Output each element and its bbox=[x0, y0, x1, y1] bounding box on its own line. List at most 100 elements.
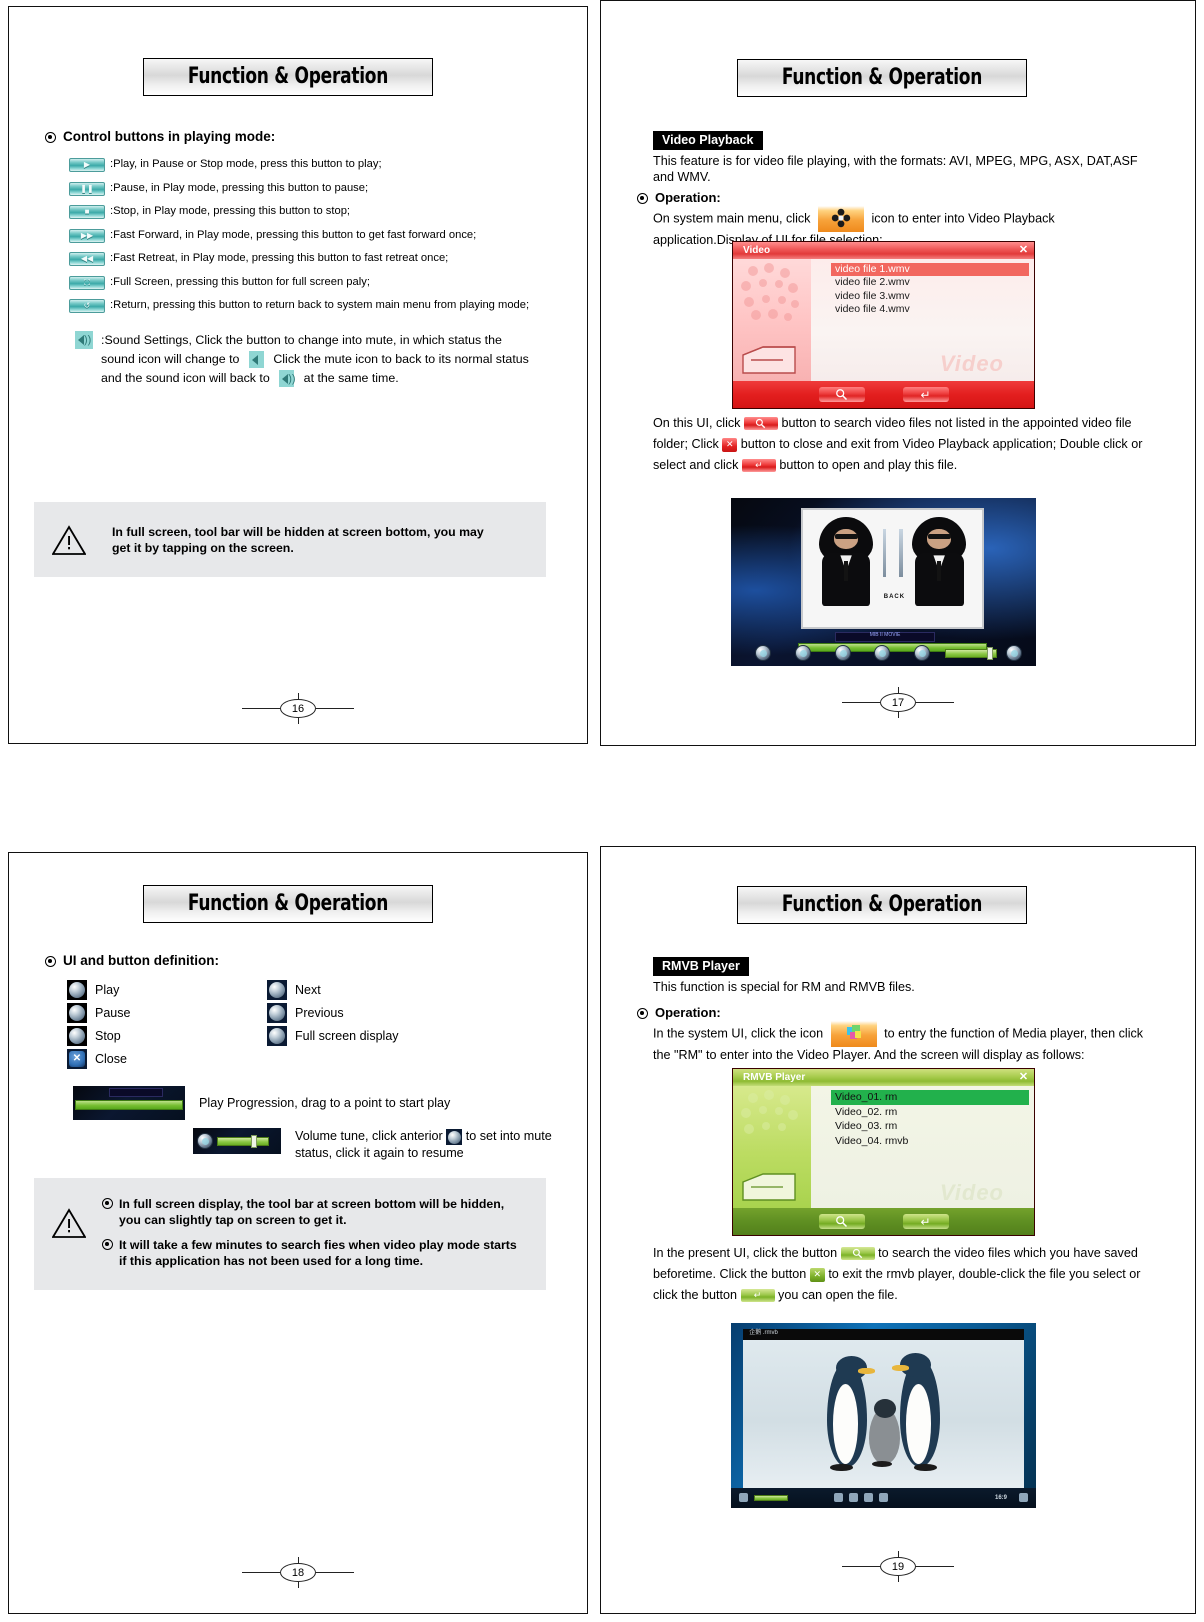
volume-slider[interactable] bbox=[217, 1136, 269, 1146]
rmvb-file-list[interactable]: Video Video_01. rm Video_02. rm Video_03… bbox=[811, 1086, 1034, 1208]
page-number-16: 16 bbox=[9, 693, 587, 724]
close-orb-icon[interactable] bbox=[67, 1049, 87, 1069]
page-title-banner-19: Function & Operation bbox=[737, 886, 1027, 924]
page-number-text: 17 bbox=[891, 696, 905, 709]
sound-restored-icon[interactable]: )) bbox=[279, 370, 296, 388]
next-orb-icon[interactable] bbox=[267, 980, 287, 1000]
video-dialog-titlebar: Video ✕ bbox=[733, 242, 1034, 259]
close-icon[interactable]: ✕ bbox=[1017, 244, 1030, 257]
page-number-text: 16 bbox=[291, 702, 305, 715]
list-item[interactable]: Video_04. rmvb bbox=[835, 1134, 1034, 1149]
list-item: Close bbox=[67, 1049, 267, 1069]
open-button[interactable]: ↵ bbox=[902, 387, 949, 402]
list-item[interactable]: video file 4.wmv bbox=[835, 303, 1034, 316]
player-video-frame: BACK bbox=[801, 508, 985, 630]
volume-label-1: Volume tune, click anterior bbox=[295, 1129, 443, 1143]
bullet-dot-icon bbox=[637, 193, 648, 204]
search-button[interactable] bbox=[818, 387, 865, 402]
previous-orb-icon[interactable] bbox=[874, 644, 891, 661]
pause-icon[interactable]: ❚❚ bbox=[69, 181, 105, 196]
media-player-app-icon[interactable] bbox=[830, 1021, 877, 1047]
volume-widget[interactable] bbox=[193, 1128, 281, 1154]
list-item[interactable]: Video_02. rm bbox=[835, 1105, 1034, 1120]
list-item[interactable]: Video_01. rm bbox=[831, 1090, 1029, 1105]
mute-icon[interactable] bbox=[248, 351, 264, 369]
full-screen-icon[interactable]: ⛶ bbox=[69, 275, 105, 290]
video-app-icon[interactable] bbox=[817, 206, 864, 232]
next-icon[interactable] bbox=[879, 1493, 888, 1503]
page-title-banner-17: Function & Operation bbox=[737, 59, 1027, 97]
control-button-label: :Fast Forward, in Play mode, pressing th… bbox=[110, 228, 477, 241]
play-icon[interactable]: ▶ bbox=[69, 158, 105, 172]
search-button-inline[interactable] bbox=[840, 1247, 875, 1261]
video-watermark: Video bbox=[939, 351, 1004, 376]
progression-label: Play Progression, drag to a point to sta… bbox=[199, 1096, 451, 1110]
mute-icon[interactable] bbox=[739, 1493, 748, 1503]
list-item: Full screen display bbox=[267, 1026, 527, 1046]
play-progression-widget[interactable] bbox=[73, 1086, 185, 1120]
fullscreen-orb-icon[interactable] bbox=[267, 1026, 287, 1046]
bullet-dot-icon bbox=[45, 132, 56, 143]
penguin-chick-foot bbox=[872, 1461, 892, 1467]
page-rule-left bbox=[842, 702, 880, 703]
play-orb-icon[interactable] bbox=[755, 644, 772, 661]
rmvb-desc-paragraph: In the present UI, click the button to s… bbox=[653, 1243, 1158, 1306]
list-item[interactable]: Video_03. rm bbox=[835, 1119, 1034, 1134]
list-item[interactable]: video file 2.wmv bbox=[835, 276, 1034, 289]
stop-icon[interactable]: ■ bbox=[69, 205, 105, 219]
rmvb-dialog-sidebar bbox=[733, 1086, 811, 1208]
video-file-dialog[interactable]: Video ✕ Video video file 1.wmv video fil… bbox=[732, 241, 1035, 409]
stop-orb-icon[interactable] bbox=[834, 644, 851, 661]
list-item[interactable]: video file 3.wmv bbox=[835, 290, 1034, 303]
page-title-17: Function & Operation bbox=[781, 65, 983, 90]
volume-row: Volume tune, click anterior to set into … bbox=[45, 1128, 565, 1162]
page-19: Function & Operation RMVB Player This fu… bbox=[600, 846, 1196, 1614]
next-orb-icon[interactable] bbox=[914, 644, 930, 661]
list-item[interactable]: video file 1.wmv bbox=[831, 263, 1029, 277]
pause-orb-icon[interactable] bbox=[67, 1003, 87, 1023]
mute-orb-icon[interactable] bbox=[446, 1128, 463, 1145]
search-icon bbox=[853, 1249, 863, 1259]
play-icon[interactable] bbox=[849, 1493, 858, 1503]
volume-knob[interactable] bbox=[987, 646, 994, 660]
fast-forward-icon[interactable]: ▶▶ bbox=[69, 228, 105, 243]
close-icon[interactable]: ✕ bbox=[1017, 1071, 1030, 1084]
control-button-label: :Full Screen, pressing this button for f… bbox=[110, 275, 370, 288]
page-number-oval: 18 bbox=[280, 1557, 316, 1588]
fullscreen-orb-icon[interactable] bbox=[1005, 644, 1022, 661]
sound-icon[interactable]: )) bbox=[75, 331, 93, 349]
previous-icon[interactable] bbox=[834, 1493, 843, 1503]
pause-orb-icon[interactable] bbox=[795, 644, 812, 661]
operation-label-19: Operation: bbox=[655, 1005, 721, 1020]
section-heading-ui-button: UI and button definition: bbox=[45, 953, 565, 968]
mute-orb-icon[interactable] bbox=[197, 1133, 213, 1149]
close-button-inline[interactable]: ✕ bbox=[722, 437, 738, 452]
video-file-list[interactable]: Video video file 1.wmv video file 2.wmv … bbox=[811, 259, 1034, 381]
volume-slider[interactable] bbox=[754, 1494, 788, 1501]
search-button-inline[interactable] bbox=[743, 417, 778, 431]
rmvb-intro: This function is special for RM and RMVB… bbox=[653, 980, 915, 994]
list-item: Play bbox=[67, 980, 267, 1000]
enter-icon: ↵ bbox=[920, 387, 931, 402]
stop-orb-icon[interactable] bbox=[67, 1026, 87, 1046]
stop-icon[interactable] bbox=[864, 1493, 873, 1503]
warning-text-16: In full screen, tool bar will be hidden … bbox=[112, 524, 484, 555]
operation-text-pre-17: On system main menu, click bbox=[653, 211, 811, 226]
fast-retreat-icon[interactable]: ◀◀ bbox=[69, 252, 105, 266]
open-button-inline[interactable]: ↵ bbox=[741, 459, 776, 473]
search-button[interactable] bbox=[818, 1214, 865, 1229]
warning-triangle-icon bbox=[52, 524, 86, 555]
fullscreen-icon[interactable] bbox=[1019, 1493, 1028, 1503]
page-rule-right bbox=[916, 702, 954, 703]
play-orb-icon[interactable] bbox=[67, 980, 87, 1000]
previous-orb-icon[interactable] bbox=[267, 1003, 287, 1023]
video-desc-text-4: button to open and play this file. bbox=[779, 458, 958, 472]
open-button-inline[interactable]: ↵ bbox=[740, 1289, 775, 1303]
clover-glyph-icon bbox=[831, 208, 851, 228]
return-icon[interactable]: ↺ bbox=[69, 299, 105, 313]
manual-spread: Function & Operation Control buttons in … bbox=[0, 0, 1204, 1622]
close-button-inline[interactable]: ✕ bbox=[809, 1267, 825, 1282]
volume-knob[interactable] bbox=[251, 1135, 257, 1148]
open-button[interactable]: ↵ bbox=[902, 1214, 949, 1229]
rmvb-file-dialog[interactable]: RMVB Player ✕ Video Video_01. rm Video_0… bbox=[732, 1068, 1035, 1236]
